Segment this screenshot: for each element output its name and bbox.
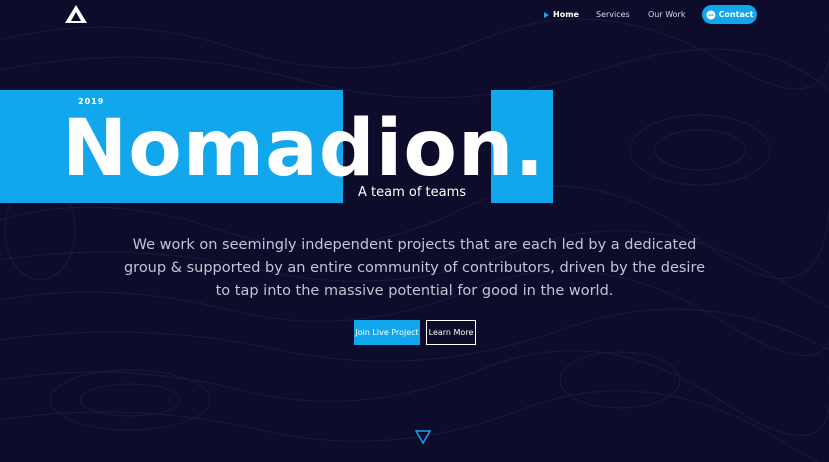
triangle-logo-icon[interactable]	[64, 4, 88, 24]
hero-tagline: A team of teams	[358, 185, 467, 200]
nav-services[interactable]: Services	[596, 6, 630, 24]
chevron-down-icon[interactable]	[415, 430, 431, 444]
nav-home[interactable]: Home	[544, 6, 579, 24]
chat-icon	[706, 10, 716, 19]
topographic-background	[0, 18, 829, 462]
arrow-right-icon	[544, 12, 549, 18]
hero-title: Nomadion.	[62, 104, 546, 194]
join-live-project-button[interactable]: Join Live Project	[354, 320, 420, 345]
landing-page: Home Services Our Work Contact 2019 Noma…	[0, 0, 829, 462]
contact-button[interactable]: Contact	[702, 5, 757, 24]
nav-our-work[interactable]: Our Work	[648, 6, 685, 24]
nav-home-label: Home	[553, 10, 579, 19]
learn-more-button[interactable]: Learn More	[426, 320, 476, 345]
contact-label: Contact	[718, 10, 754, 19]
hero-description: We work on seemingly independent project…	[123, 237, 706, 299]
